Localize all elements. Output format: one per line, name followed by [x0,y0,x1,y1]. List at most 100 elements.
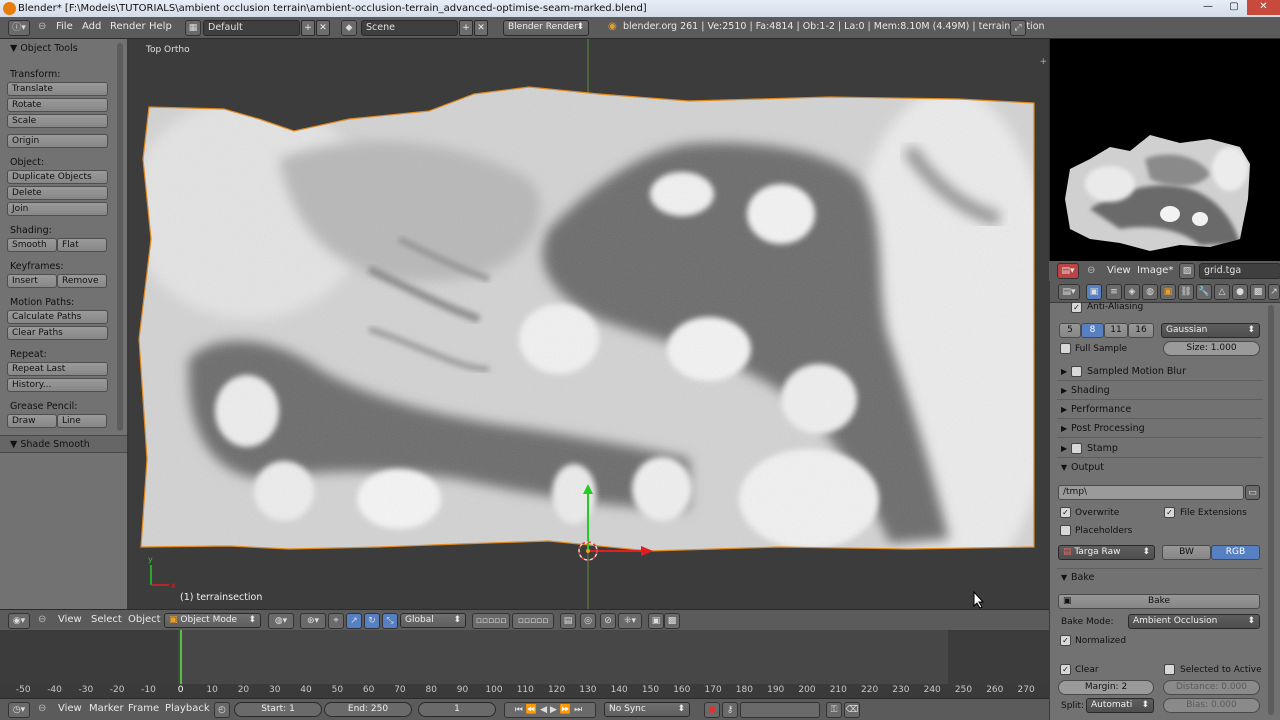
clear-checkbox[interactable]: ✓ [1060,664,1071,675]
texture-tab-icon[interactable]: ▩ [1250,284,1266,300]
render-still-icon[interactable]: ▣ [648,613,664,629]
translate-button[interactable]: Translate [7,82,108,96]
collapse-menu-icon[interactable]: ⊖ [38,21,46,32]
menu-image[interactable]: Image* [1137,265,1173,276]
properties-scrollbar[interactable] [1268,305,1274,715]
lock-layers-icon[interactable]: ▤ [560,613,576,629]
remove-keyframe-button[interactable]: Remove [57,274,107,288]
repeat-last-button[interactable]: Repeat Last [7,362,108,376]
menu-marker[interactable]: Marker [89,703,124,714]
insert-keyframe-icon[interactable]: ⚿ [826,702,842,718]
last-operator-panel[interactable]: ▼ Shade Smooth [0,435,127,453]
performance-panel[interactable]: ▶ Performance [1057,401,1263,419]
close-icon[interactable]: ✕ [1247,0,1280,15]
transform-orientation-select[interactable]: Global ⬍ [400,613,466,628]
menu-view[interactable]: View [1107,265,1131,276]
render-engine-select[interactable]: Blender Render ⬍ [503,20,589,36]
manipulator-toggle-icon[interactable]: ⌖ [328,613,344,629]
join-button[interactable]: Join [7,202,108,216]
output-path-field[interactable]: /tmp\ [1058,485,1244,500]
full-sample-checkbox[interactable] [1060,343,1071,354]
clear-paths-button[interactable]: Clear Paths [7,326,108,340]
line-button[interactable]: Line [57,414,107,428]
insert-keyframe-button[interactable]: Insert [7,274,57,288]
proportional-edit-icon[interactable]: ◎ [580,613,596,629]
menu-select[interactable]: Select [91,614,122,625]
output-panel-header[interactable]: ▼ Output [1057,459,1263,477]
collapse-menu-icon[interactable]: ⊖ [1087,265,1095,276]
translate-manipulator-icon[interactable]: ↗ [346,613,362,629]
bake-panel-header[interactable]: ▼ Bake [1057,568,1263,586]
distance-field[interactable]: Distance: 0.000 [1163,680,1260,695]
bake-mode-select[interactable]: Ambient Occlusion ⬍ [1128,614,1260,629]
editor-type-info-icon[interactable]: ⓘ▾ [8,20,30,36]
preview-range-icon[interactable]: ◴ [214,702,230,718]
record-icon[interactable]: ● [704,702,720,718]
object-tools-header[interactable]: ▼ Object Tools [10,43,78,54]
image-editor[interactable] [1049,39,1280,261]
add-layout-button[interactable]: + [301,20,315,36]
fullscreen-icon[interactable]: ⤢ [1010,20,1026,36]
viewport-shading-icon[interactable]: ◍▾ [268,613,294,629]
active-keying-set-field[interactable] [740,702,820,718]
overwrite-checkbox[interactable]: ✓ [1060,507,1071,518]
history-button[interactable]: History... [7,378,108,392]
physics-tab-icon[interactable]: ↗ [1268,284,1280,300]
file-format-select[interactable]: ▤ Targa Raw ⬍ [1058,545,1155,560]
stamp-checkbox[interactable] [1071,443,1082,454]
screen-layout-icon[interactable]: ▦ [185,20,201,36]
bias-field[interactable]: Bias: 0.000 [1163,698,1260,713]
bake-button[interactable]: ▣ Bake [1058,594,1260,609]
screen-layout-field[interactable]: Default [203,20,300,36]
sync-mode-select[interactable]: No Sync ⬍ [604,702,690,717]
render-anim-icon[interactable]: ▩ [664,613,680,629]
add-scene-button[interactable]: + [459,20,473,36]
layers-row-2-icon[interactable]: ▫▫▫▫▫ [512,613,554,629]
scale-button[interactable]: Scale [7,114,108,128]
aa-samples-16[interactable]: 16 [1128,323,1154,338]
scale-manipulator-icon[interactable]: ⤡ [382,613,398,629]
layers-row-1-icon[interactable]: ▫▫▫▫▫ [472,613,510,629]
selected-to-active-checkbox[interactable] [1164,664,1175,675]
3d-viewport[interactable]: y x + [129,39,1049,609]
editor-type-image-icon[interactable]: ▤▾ [1057,263,1079,279]
scene-tab-icon[interactable]: ◈ [1124,284,1140,300]
modifiers-tab-icon[interactable]: 🔧 [1196,284,1212,300]
menu-view[interactable]: View [58,703,82,714]
draw-button[interactable]: Draw [7,414,57,428]
anti-aliasing-header[interactable]: ✓ Anti-Aliasing [1057,299,1263,317]
render-layers-tab-icon[interactable]: ≡ [1106,284,1122,300]
aa-samples-5[interactable]: 5 [1059,323,1081,338]
current-frame-field[interactable]: 1 [418,702,496,717]
browse-image-icon[interactable]: ▨ [1179,263,1195,279]
data-tab-icon[interactable]: △ [1214,284,1230,300]
remove-scene-button[interactable]: ✕ [474,20,488,36]
snap-icon[interactable]: ⊘ [600,613,616,629]
color-rgb-button[interactable]: RGB [1211,545,1260,560]
menu-file[interactable]: File [56,21,73,32]
aa-samples-8[interactable]: 8 [1081,323,1104,338]
aa-samples-11[interactable]: 11 [1104,323,1128,338]
split-select[interactable]: Automati ⬍ [1086,698,1154,713]
origin-button[interactable]: Origin [7,134,108,148]
delete-button[interactable]: Delete [7,186,108,200]
constraints-tab-icon[interactable]: ⛓ [1178,284,1194,300]
viewport-split-icon[interactable]: + [1039,57,1047,67]
rotate-button[interactable]: Rotate [7,98,108,112]
editor-type-timeline-icon[interactable]: ◷▾ [8,702,30,718]
start-frame-field[interactable]: Start: 1 [234,702,322,717]
remove-layout-button[interactable]: ✕ [316,20,330,36]
color-bw-button[interactable]: BW [1162,545,1211,560]
delete-keyframe-icon[interactable]: ⌫ [844,702,860,718]
mode-select[interactable]: ▣ Object Mode ⬍ [164,613,261,628]
menu-render[interactable]: Render [110,21,146,32]
rotate-manipulator-icon[interactable]: ↻ [364,613,380,629]
menu-object[interactable]: Object [128,614,161,625]
placeholders-checkbox[interactable] [1060,525,1071,536]
collapse-menu-icon[interactable]: ⊖ [38,614,46,625]
end-frame-field[interactable]: End: 250 [324,702,412,717]
folder-icon[interactable]: ▭ [1245,485,1260,500]
duplicate-objects-button[interactable]: Duplicate Objects [7,170,108,184]
scene-field[interactable]: Scene [361,20,458,36]
keying-set-icon[interactable]: ⚷ [722,702,738,718]
